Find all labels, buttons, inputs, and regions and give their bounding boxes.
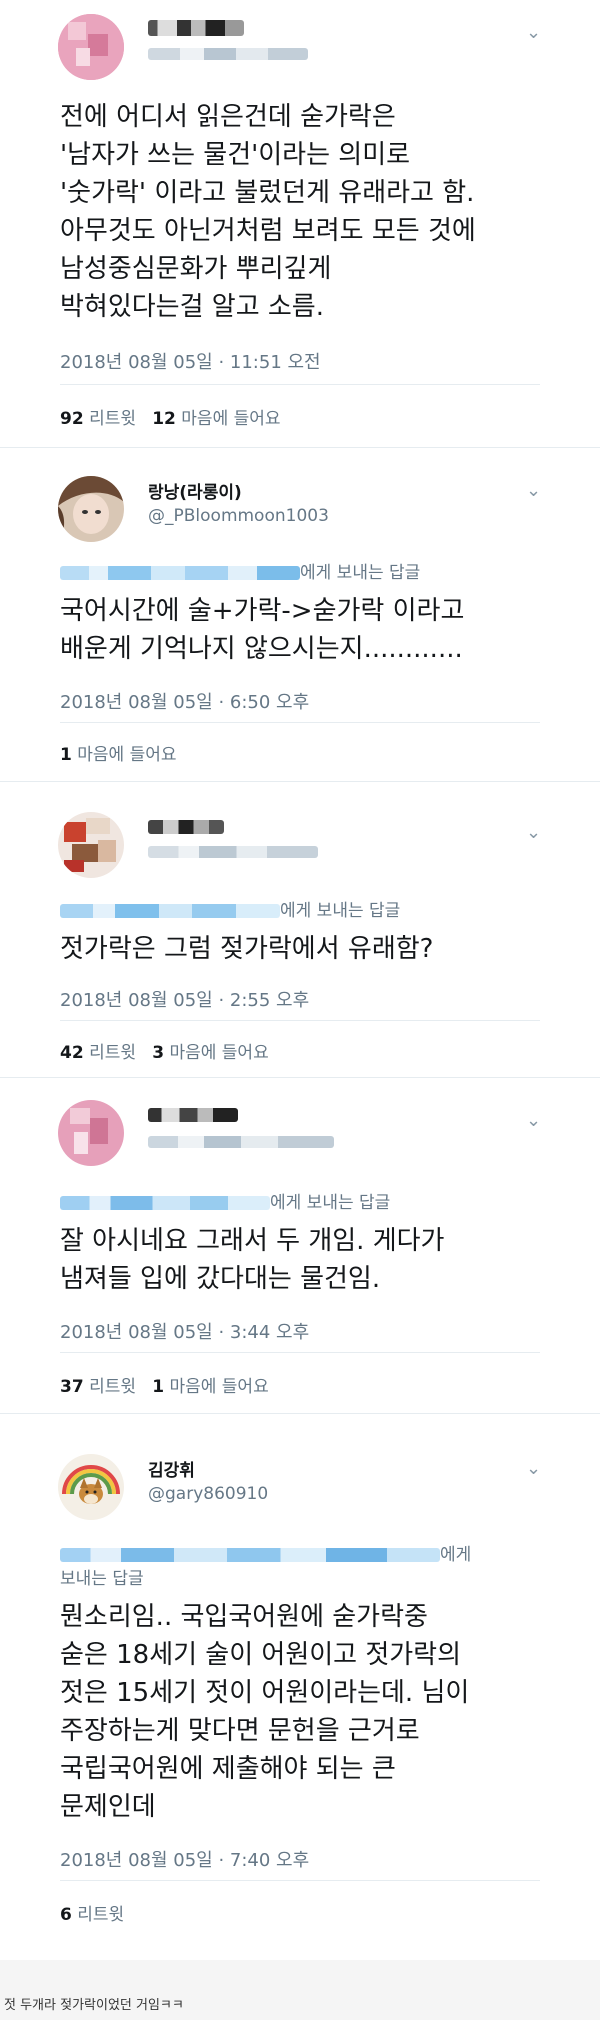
like-label[interactable]: 마음에 들어요 — [77, 745, 176, 765]
blurred-name — [148, 1108, 238, 1122]
tweet-thread-page: ⌄ 전에 어디서 읽은건데 숟가락은 '남자가 쓰는 물건'이라는 의미로 '숫… — [0, 0, 600, 2020]
reply-to-line: 에게 보내는 답글 — [60, 1188, 390, 1213]
like-label[interactable]: 마음에 들어요 — [169, 1043, 268, 1063]
blurred-mention[interactable] — [60, 904, 280, 918]
retweet-label[interactable]: 리트윗 — [89, 1043, 136, 1063]
post-caption: 젓 두개라 젖가락이었던 거임ㅋㅋ — [4, 1998, 184, 2013]
blurred-handle — [148, 1136, 334, 1148]
tweet-line: 젓은 15세기 젓이 어원이라는데. 님이 — [60, 1678, 470, 1708]
tweet-timestamp[interactable]: 2018년 08월 05일 · 2:55 오후 — [60, 986, 309, 1012]
like-count[interactable]: 12 — [152, 409, 176, 429]
tweet-line: '남자가 쓰는 물건'이라는 의미로 — [60, 140, 411, 170]
tweet-line: 전에 어디서 읽은건데 숟가락은 — [60, 102, 396, 132]
divider — [60, 1880, 540, 1881]
blurred-avatar-icon — [58, 14, 124, 80]
reply-to-line: 에게 보내는 답글 — [60, 558, 420, 583]
tweet-line: 국어시간에 술+가락->숟가락 이라고 — [60, 596, 465, 626]
dog-profile-icon — [58, 1454, 124, 1520]
tweet-line: 숟은 18세기 술이 어원이고 젓가락의 — [60, 1640, 462, 1670]
blurred-mention[interactable] — [60, 1548, 440, 1562]
blurred-handle — [148, 846, 318, 858]
reply-to-suffix: 에게 보내는 답글 — [270, 1193, 391, 1213]
retweet-count[interactable]: 6 — [60, 1905, 72, 1925]
tweet-stats: 6 리트윗 — [60, 1900, 124, 1925]
reply-to-suffix: 에게 보내는 답글 — [300, 563, 421, 583]
tweet-original: ⌄ 전에 어디서 읽은건데 숟가락은 '남자가 쓰는 물건'이라는 의미로 '숫… — [0, 0, 600, 448]
tweet-timestamp[interactable]: 2018년 08월 05일 · 7:40 오후 — [60, 1846, 309, 1872]
tweet-line: 배운게 기억나지 않으시는지............ — [60, 634, 463, 664]
reply-to-suffix: 에게 — [440, 1545, 472, 1565]
retweet-count[interactable]: 37 — [60, 1377, 84, 1397]
tweet-timestamp[interactable]: 2018년 08월 05일 · 6:50 오후 — [60, 688, 309, 714]
tweet-line: 젓가락은 그럼 젖가락에서 유래함? — [60, 934, 434, 964]
user-handle[interactable]: @gary860910 — [148, 1484, 268, 1504]
reply-to-line: 에게 — [60, 1540, 471, 1565]
blurred-name — [148, 820, 224, 834]
profile-photo-icon — [58, 476, 124, 542]
blurred-mention[interactable] — [60, 1196, 270, 1210]
reply-tweet: 랑낭(라롱이) @_PBloommoon1003 ⌄ 에게 보내는 답글 국어시… — [0, 448, 600, 782]
display-name[interactable]: 랑낭(라롱이) — [148, 478, 242, 503]
divider — [60, 722, 540, 723]
tweet-timestamp[interactable]: 2018년 08월 05일 · 11:51 오전 — [60, 348, 321, 374]
blurred-handle — [148, 48, 308, 60]
retweet-label[interactable]: 리트윗 — [89, 1377, 136, 1397]
like-count[interactable]: 1 — [152, 1377, 164, 1397]
tweet-line: 박혀있다는걸 알고 소름. — [60, 292, 324, 322]
blurred-mention[interactable] — [60, 566, 300, 580]
reply-tweet: ⌄ 에게 보내는 답글 젓가락은 그럼 젖가락에서 유래함? 2018년 08월… — [0, 782, 600, 1078]
like-count[interactable]: 1 — [60, 745, 72, 765]
avatar[interactable] — [58, 812, 124, 878]
reply-tweet: ⌄ 에게 보내는 답글 잘 아시네요 그래서 두 개임. 게다가 냄져들 입에 … — [0, 1078, 600, 1414]
reply-to-line-2: 보내는 답글 — [60, 1569, 144, 1589]
divider — [60, 1020, 540, 1021]
avatar[interactable] — [58, 476, 124, 542]
tweet-stats: 1 마음에 들어요 — [60, 740, 177, 765]
blurred-name — [148, 20, 244, 36]
reply-to-suffix: 에게 보내는 답글 — [280, 901, 401, 921]
like-label[interactable]: 마음에 들어요 — [169, 1377, 268, 1397]
tweet-line: 남성중심문화가 뿌리깊게 — [60, 254, 332, 284]
avatar[interactable] — [58, 1454, 124, 1520]
avatar[interactable] — [58, 14, 124, 80]
chevron-down-icon[interactable]: ⌄ — [526, 22, 541, 43]
tweet-line: 아무것도 아닌거처럼 보려도 모든 것에 — [60, 216, 476, 246]
retweet-label[interactable]: 리트윗 — [77, 1905, 124, 1925]
user-handle[interactable]: @_PBloommoon1003 — [148, 506, 329, 526]
retweet-label[interactable]: 리트윗 — [89, 409, 136, 429]
tweet-line: 뭔소리임.. 국입국어원에 숟가락중 — [60, 1602, 428, 1632]
tweet-line: 국립국어원에 제출해야 되는 큰 — [60, 1754, 396, 1784]
tweet-line: 잘 아시네요 그래서 두 개임. 게다가 — [60, 1226, 445, 1256]
tweet-stats: 37 리트윗 1 마음에 들어요 — [60, 1372, 269, 1397]
chevron-down-icon[interactable]: ⌄ — [526, 480, 541, 501]
tweet-stats: 92 리트윗 12 마음에 들어요 — [60, 404, 281, 429]
divider — [60, 384, 540, 385]
display-name[interactable]: 김강휘 — [148, 1456, 195, 1481]
chevron-down-icon[interactable]: ⌄ — [526, 1458, 541, 1479]
tweet-line: '숫가락' 이라고 불렀던게 유래라고 함. — [60, 178, 475, 208]
chevron-down-icon[interactable]: ⌄ — [526, 822, 541, 843]
retweet-count[interactable]: 92 — [60, 409, 84, 429]
blurred-avatar-icon — [58, 1100, 124, 1166]
reply-to-line: 에게 보내는 답글 — [60, 896, 400, 921]
tweet-line: 문제인데 — [60, 1792, 156, 1822]
tweet-timestamp[interactable]: 2018년 08월 05일 · 3:44 오후 — [60, 1318, 309, 1344]
reply-tweet: 김강휘 @gary860910 ⌄ 에게 보내는 답글 뭔소리임.. 국입국어원… — [0, 1414, 600, 1960]
divider — [60, 1352, 540, 1353]
retweet-count[interactable]: 42 — [60, 1043, 84, 1063]
tweet-line: 냄져들 입에 갔다대는 물건임. — [60, 1264, 381, 1294]
like-count[interactable]: 3 — [152, 1043, 164, 1063]
avatar[interactable] — [58, 1100, 124, 1166]
tweet-stats: 42 리트윗 3 마음에 들어요 — [60, 1038, 269, 1063]
blurred-avatar-icon — [58, 812, 124, 878]
like-label[interactable]: 마음에 들어요 — [181, 409, 280, 429]
chevron-down-icon[interactable]: ⌄ — [526, 1110, 541, 1131]
tweet-line: 주장하는게 맞다면 문헌을 근거로 — [60, 1716, 420, 1746]
